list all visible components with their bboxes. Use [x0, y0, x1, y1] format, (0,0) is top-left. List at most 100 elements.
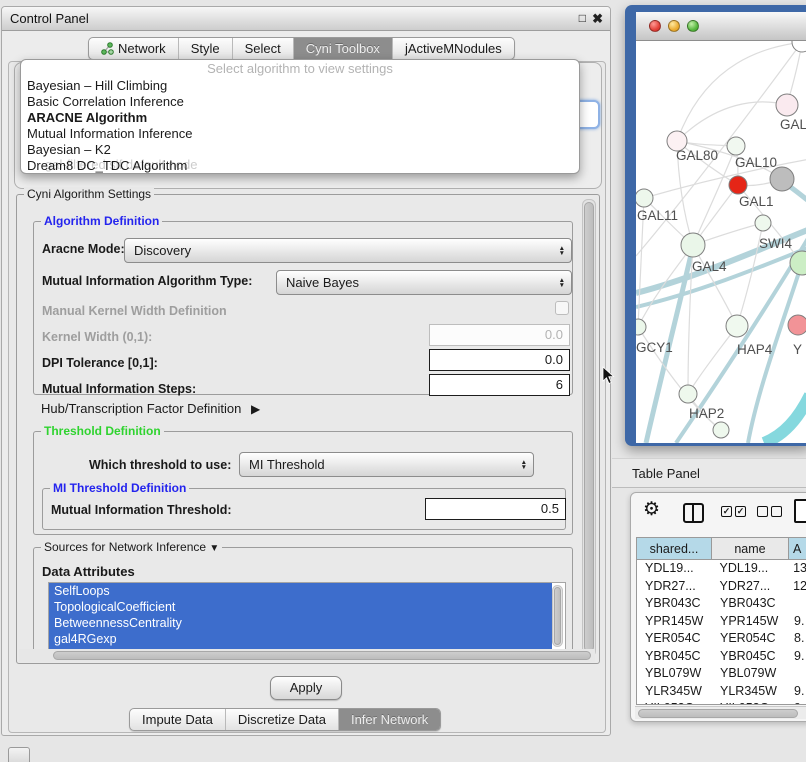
checked-box-icon: ✓ [721, 506, 732, 517]
kernel-width-field[interactable]: 0.0 [429, 324, 570, 346]
sources-legend-text: Sources for Network Inference [44, 540, 206, 554]
select-all-checkboxes-icon[interactable]: ✓ ✓ [721, 506, 746, 517]
network-node-gal10[interactable] [727, 137, 745, 155]
table-cell: YPR145W [637, 613, 712, 631]
table-horizontal-scrollbar[interactable] [635, 706, 806, 719]
bottom-tabs: Impute Data Discretize Data Infer Network [129, 708, 441, 731]
table-cell: 12 [788, 578, 806, 596]
collapse-down-icon[interactable]: ▼ [209, 543, 219, 554]
table-row[interactable]: YBL079WYBL079W [637, 665, 806, 683]
settings-horizontal-scrollbar-thumb[interactable] [53, 651, 591, 660]
mi-threshold-label: Mutual Information Threshold: [51, 503, 232, 517]
table-row[interactable]: YDR27...YDR27...12 [637, 578, 806, 596]
tab-label: Cyni Toolbox [306, 41, 380, 56]
aracne-mode-select[interactable]: Discovery ▲▼ [124, 238, 572, 263]
close-icon[interactable]: ✖ [592, 11, 603, 27]
table-row[interactable]: YER054CYER054C8. [637, 630, 806, 648]
algorithm-option-mutual-information-inference[interactable]: Mutual Information Inference [21, 126, 579, 142]
column-header-name[interactable]: name [712, 538, 789, 559]
node-label-gal80: GAL80 [676, 148, 718, 163]
attribute-item-gal4rgexp[interactable]: gal4RGexp [49, 631, 552, 647]
network-window-titlebar[interactable] [636, 12, 806, 41]
close-traffic-light-icon[interactable] [649, 20, 661, 32]
table-row[interactable]: YPR145WYPR145W9. [637, 613, 806, 631]
node-label-gal11: GAL11 [637, 208, 678, 223]
table-cell: 9. [789, 648, 804, 666]
document-icon[interactable] [794, 499, 806, 523]
column-header-a[interactable]: A [789, 538, 806, 559]
float-window-icon[interactable]: □ [579, 11, 586, 25]
threshold-definition-legend: Threshold Definition [41, 424, 164, 438]
network-graph[interactable]: GALGAL80GAL10GAL1GAL11SWI4GAL4GCY1HAP4YH… [636, 41, 806, 443]
combo-stepper-icon: ▲▼ [559, 278, 565, 288]
which-threshold-select[interactable]: MI Threshold ▲▼ [239, 452, 534, 477]
settings-vertical-scrollbar[interactable] [582, 199, 596, 657]
column-header-shared-[interactable]: shared... [637, 538, 712, 559]
apply-button[interactable]: Apply [270, 676, 342, 700]
algorithm-option-aracne-algorithm[interactable]: ARACNE Algorithm [21, 110, 579, 126]
table-row[interactable]: YBR045CYBR045C9. [637, 648, 806, 666]
network-node-gal4[interactable] [681, 233, 705, 257]
network-node[interactable] [792, 41, 806, 52]
which-threshold-value: MI Threshold [249, 457, 325, 472]
collapsed-panel-button[interactable] [8, 747, 30, 762]
deselect-all-checkboxes-icon[interactable] [757, 506, 782, 517]
table-row[interactable]: YIL052CYIL052C9. [637, 700, 806, 705]
network-node-gal[interactable] [776, 94, 798, 116]
table-row[interactable]: YDL19...YDL19...13 [637, 560, 806, 578]
manual-kernel-checkbox[interactable] [555, 301, 569, 315]
combo-stepper-icon: ▲▼ [559, 246, 565, 256]
mi-threshold-field[interactable]: 0.5 [425, 498, 566, 520]
network-node-gal11[interactable] [636, 189, 653, 207]
algorithm-option-bayesian-k2[interactable]: Bayesian – K2 [21, 142, 579, 158]
mi-steps-field[interactable]: 6 [429, 374, 570, 396]
attributes-scrollbar[interactable] [552, 585, 563, 647]
control-panel-title: Control Panel [10, 11, 89, 26]
gear-icon[interactable]: ⚙ [643, 500, 660, 519]
settings-vertical-scrollbar-thumb[interactable] [584, 202, 594, 652]
tab-select[interactable]: Select [232, 38, 293, 59]
settings-horizontal-scrollbar[interactable] [19, 649, 595, 662]
network-node-hap4[interactable] [726, 315, 748, 337]
zoom-traffic-light-icon[interactable] [687, 20, 699, 32]
hub-definition-toggle[interactable]: Hub/Transcription Factor Definition ▶ [41, 401, 260, 416]
tab-style[interactable]: Style [178, 38, 232, 59]
data-attributes-list[interactable]: SelfLoopsTopologicalCoefficientBetweenne… [48, 582, 566, 652]
dpi-tolerance-field[interactable]: 0.0 [429, 349, 570, 371]
table-row[interactable]: YBR043CYBR043C [637, 595, 806, 613]
table-horizontal-scrollbar-thumb[interactable] [638, 709, 798, 718]
network-node-gcy1[interactable] [636, 319, 646, 335]
tab-cyni-toolbox[interactable]: Cyni Toolbox [293, 38, 392, 59]
node-table[interactable]: shared...nameA YDL19...YDL19...13YDR27..… [636, 537, 806, 705]
tab-infer-network[interactable]: Infer Network [338, 709, 440, 730]
column-layout-icon[interactable] [683, 503, 704, 523]
table-cell: YBR045C [637, 648, 712, 666]
attributes-scrollbar-thumb[interactable] [554, 587, 561, 645]
network-node-hap2[interactable] [679, 385, 697, 403]
minimize-traffic-light-icon[interactable] [668, 20, 680, 32]
network-node-y[interactable] [788, 315, 806, 335]
tab-impute-data[interactable]: Impute Data [130, 709, 225, 730]
network-node[interactable] [713, 422, 729, 438]
manual-kernel-label: Manual Kernel Width Definition [42, 304, 227, 318]
network-node-swi4[interactable] [755, 215, 771, 231]
table-row[interactable]: YLR345WYLR345W9. [637, 683, 806, 701]
attribute-item-topologicalcoefficient[interactable]: TopologicalCoefficient [49, 599, 552, 615]
mi-type-select[interactable]: Naive Bayes ▲▼ [276, 270, 572, 295]
network-canvas[interactable]: GALGAL80GAL10GAL1GAL11SWI4GAL4GCY1HAP4YH… [636, 41, 806, 443]
tab-label: Discretize Data [238, 712, 326, 727]
algorithm-option-dream8-dc-tdc-algorithm[interactable]: Dream8 DC_TDC Algorithm [21, 158, 579, 174]
algorithm-option-basic-correlation-inference[interactable]: Basic Correlation Inference [21, 94, 579, 110]
sources-group: Sources for Network Inference ▼ Data Att… [33, 547, 573, 659]
network-node[interactable] [770, 167, 794, 191]
network-view-window[interactable]: GALGAL80GAL10GAL1GAL11SWI4GAL4GCY1HAP4YH… [625, 5, 806, 446]
algorithm-option-bayesian-hill-climbing[interactable]: Bayesian – Hill Climbing [21, 78, 579, 94]
table-panel-title: Table Panel [632, 466, 700, 481]
network-node-gal1[interactable] [729, 176, 747, 194]
tab-label: jActiveMNodules [405, 41, 502, 56]
attribute-item-selfloops[interactable]: SelfLoops [49, 583, 552, 599]
tab-discretize-data[interactable]: Discretize Data [225, 709, 338, 730]
tab-network[interactable]: Network [89, 38, 178, 59]
attribute-item-betweennesscentrality[interactable]: BetweennessCentrality [49, 615, 552, 631]
tab-jactivemnodules[interactable]: jActiveMNodules [392, 38, 514, 59]
